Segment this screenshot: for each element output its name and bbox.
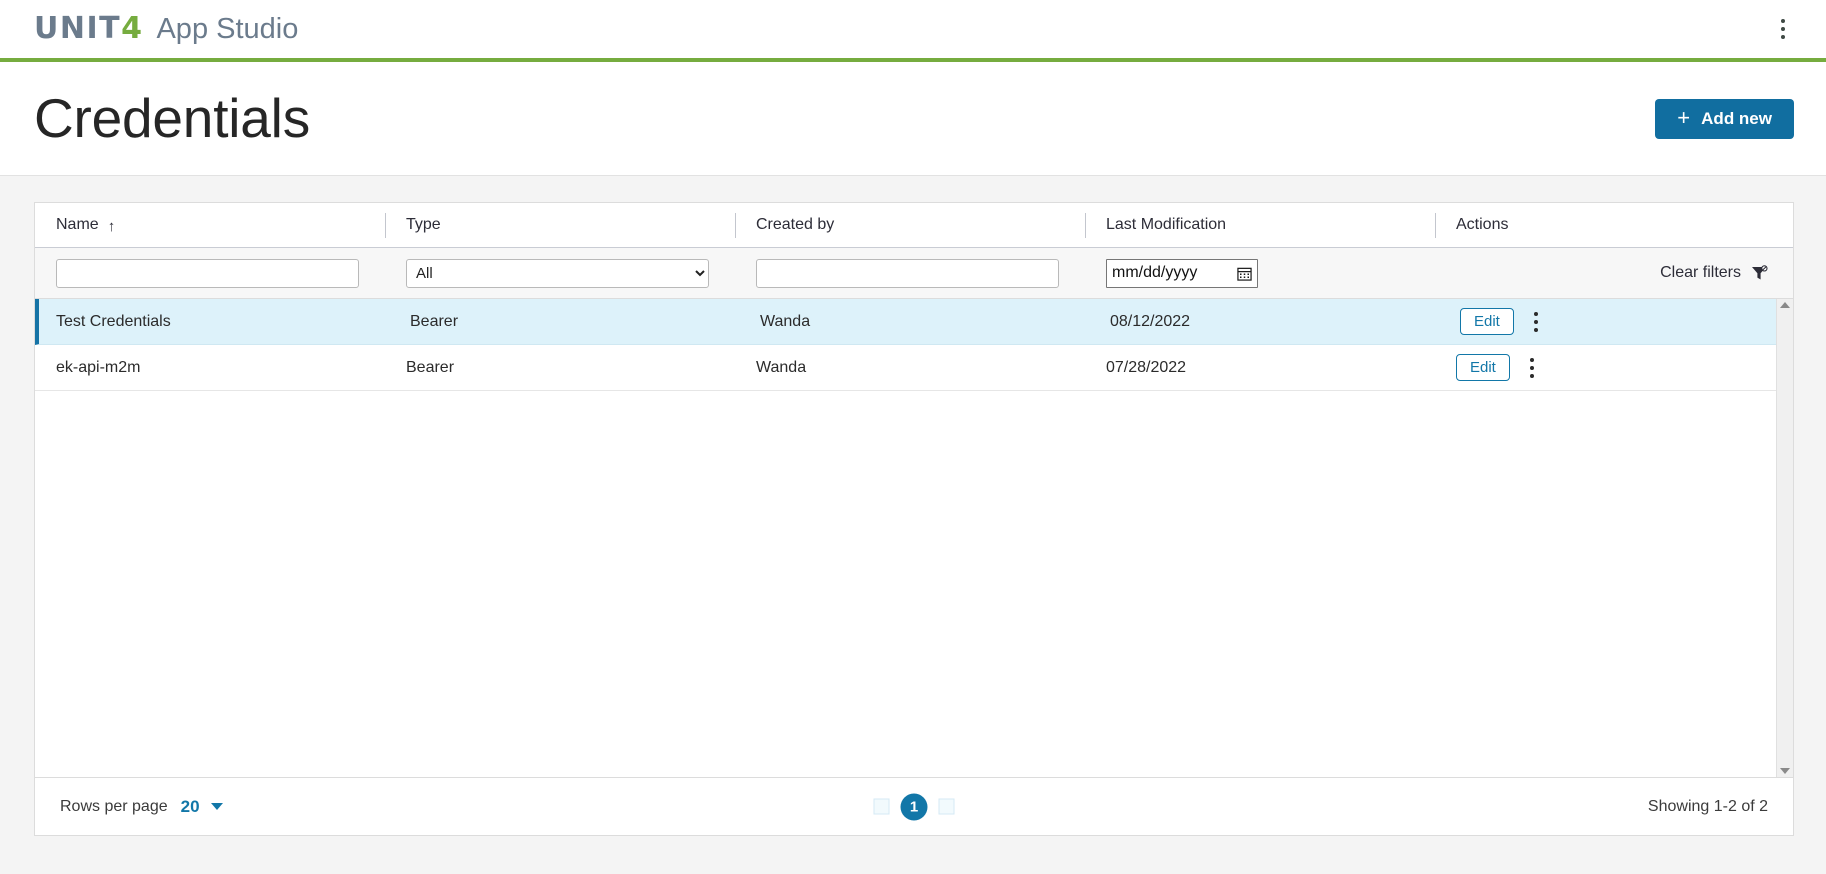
column-header-actions: Actions	[1435, 211, 1793, 239]
cell-created-by: Wanda	[756, 358, 807, 376]
prev-page-icon[interactable]	[873, 798, 890, 815]
cell-actions: Edit	[1439, 307, 1793, 337]
cell-name: ek-api-m2m	[56, 358, 141, 376]
column-header-type[interactable]: Type	[385, 211, 735, 239]
header-actions	[1768, 12, 1798, 46]
row-kebab-menu-icon[interactable]	[1510, 353, 1554, 383]
showing-count-label: Showing 1-2 of 2	[1647, 797, 1768, 815]
filter-created-by-input[interactable]	[756, 258, 1059, 288]
cell-name: Test Credentials	[56, 312, 171, 330]
column-header-type-label: Type	[406, 216, 441, 233]
brand-logo[interactable]: UNIT4 App Studio	[34, 14, 298, 44]
kebab-dot	[1781, 35, 1785, 39]
table-row[interactable]: Test Credentials Bearer Wanda 08/12/2022…	[35, 299, 1793, 345]
calendar-icon[interactable]	[1237, 266, 1252, 281]
table-body: Test Credentials Bearer Wanda 08/12/2022…	[35, 299, 1793, 777]
filter-cell-name	[35, 258, 385, 288]
scroll-down-arrow-icon[interactable]	[1780, 768, 1790, 774]
row-kebab-menu-icon[interactable]	[1514, 307, 1558, 337]
filter-cell-type: All	[385, 258, 735, 288]
arrow-up-icon: ↑	[107, 217, 116, 235]
clear-filters-label: Clear filters	[1660, 264, 1741, 281]
credentials-table-card: Name ↑ Type Created by Last Modification…	[34, 202, 1794, 778]
filter-clear-icon	[1752, 264, 1768, 279]
table-filter-row: All mm/dd/yyyy Clear filters	[35, 248, 1793, 299]
edit-button[interactable]: Edit	[1460, 308, 1514, 335]
column-header-actions-label: Actions	[1456, 216, 1509, 233]
unit4-logo: UNIT4	[34, 14, 143, 44]
cell-last-modification: 08/12/2022	[1110, 312, 1191, 330]
filter-type-select[interactable]: All	[406, 258, 709, 288]
table-header-row: Name ↑ Type Created by Last Modification…	[35, 203, 1793, 248]
app-header: UNIT4 App Studio	[0, 0, 1826, 62]
filter-date-input[interactable]: mm/dd/yyyy	[1106, 258, 1258, 288]
scroll-up-arrow-icon[interactable]	[1780, 302, 1790, 308]
rows-per-page-select[interactable]: 20	[181, 797, 223, 817]
kebab-dot	[1529, 365, 1534, 370]
column-header-name[interactable]: Name ↑	[35, 211, 385, 239]
rows-per-page-label: Rows per page	[60, 797, 168, 815]
kebab-dot	[1529, 373, 1534, 378]
table-vertical-scrollbar[interactable]	[1776, 299, 1793, 777]
rows-per-page-value: 20	[180, 796, 200, 816]
kebab-menu-icon[interactable]	[1768, 12, 1798, 46]
column-header-last-modification[interactable]: Last Modification	[1085, 211, 1435, 239]
kebab-dot	[1781, 19, 1785, 23]
kebab-dot	[1533, 319, 1538, 324]
filter-cell-created-by	[735, 258, 1085, 288]
cell-type: Bearer	[406, 358, 455, 376]
next-page-icon[interactable]	[938, 798, 955, 815]
kebab-dot	[1533, 311, 1538, 316]
cell-last-modification: 07/28/2022	[1106, 358, 1187, 376]
add-new-label: Add new	[1701, 108, 1772, 128]
page-title-bar: Credentials + Add new	[0, 62, 1826, 176]
filter-cell-last-modification: mm/dd/yyyy	[1085, 258, 1435, 288]
add-new-button[interactable]: + Add new	[1655, 98, 1794, 139]
filter-name-input[interactable]	[56, 258, 359, 288]
kebab-dot	[1529, 357, 1534, 362]
cell-actions: Edit	[1435, 353, 1793, 383]
unit4-logo-four: 4	[121, 11, 144, 46]
app-name: App Studio	[156, 13, 299, 45]
column-header-last-modification-label: Last Modification	[1106, 216, 1227, 233]
cell-created-by: Wanda	[760, 312, 811, 330]
edit-button[interactable]: Edit	[1456, 354, 1510, 381]
clear-filters-button[interactable]: Clear filters	[1660, 264, 1768, 282]
pagination: 1	[873, 793, 955, 820]
table-row[interactable]: ek-api-m2m Bearer Wanda 07/28/2022 Edit	[35, 345, 1793, 391]
column-header-created-by[interactable]: Created by	[735, 211, 1085, 239]
filter-date-placeholder: mm/dd/yyyy	[1112, 264, 1198, 281]
kebab-dot	[1781, 27, 1785, 31]
unit4-logo-text: UNIT	[34, 11, 122, 46]
chevron-down-icon	[210, 803, 223, 810]
table-footer: Rows per page 20 1 Showing 1-2 of 2	[34, 778, 1794, 836]
page-number-1[interactable]: 1	[900, 793, 928, 820]
column-header-name-label: Name	[56, 216, 99, 233]
kebab-dot	[1533, 327, 1538, 332]
column-header-created-by-label: Created by	[756, 216, 835, 233]
plus-icon: +	[1677, 104, 1691, 130]
content-area: Name ↑ Type Created by Last Modification…	[0, 176, 1826, 874]
rows-per-page-control: Rows per page 20	[60, 797, 223, 817]
page-title: Credentials	[34, 87, 310, 149]
cell-type: Bearer	[410, 312, 459, 330]
